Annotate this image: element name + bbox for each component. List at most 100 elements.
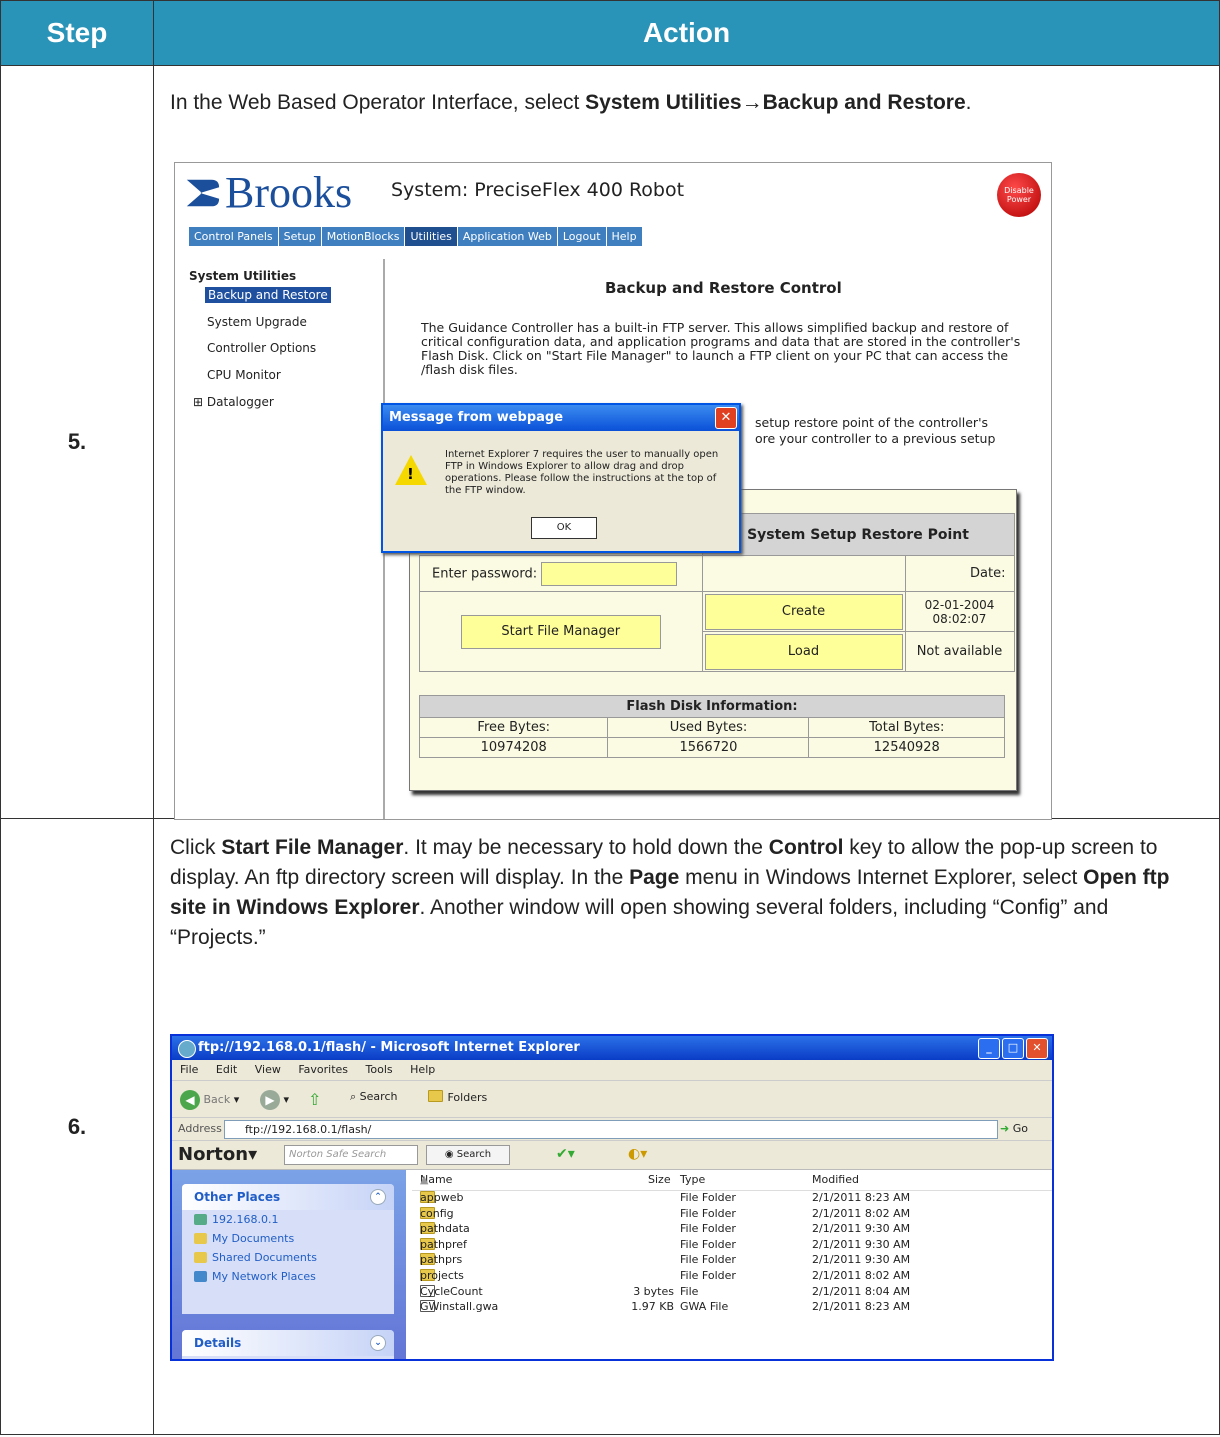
col-type[interactable]: Type — [680, 1173, 705, 1186]
sidebar-item-backup-restore[interactable]: Backup and Restore — [205, 287, 331, 303]
file-modified: 2/1/2011 9:30 AM — [812, 1237, 911, 1251]
expand-plus-icon[interactable]: ⊞ — [193, 395, 203, 409]
norton-search-icon: ◉ — [444, 1149, 454, 1160]
sidebar-item-controller-options[interactable]: Controller Options — [207, 341, 316, 355]
file-type: File Folder — [680, 1191, 736, 1204]
start-file-manager-button[interactable]: Start File Manager — [460, 614, 661, 649]
nav-logout[interactable]: Logout — [557, 227, 607, 246]
file-row[interactable]: CycleCount 3 bytes File 2/1/2011 8:04 AM — [412, 1284, 1052, 1301]
address-label: Address — [178, 1122, 222, 1135]
total-bytes-label: Total Bytes: — [808, 717, 1005, 738]
used-bytes-value: 1566720 — [607, 737, 810, 758]
search-button[interactable]: ⌕ Search — [350, 1090, 397, 1104]
close-icon[interactable]: ✕ — [1026, 1038, 1048, 1059]
file-row[interactable]: projects File Folder 2/1/2011 8:02 AM — [412, 1268, 1052, 1285]
norton-check-icon[interactable]: ✔▾ — [556, 1146, 575, 1162]
forward-arrow-icon: ▶ — [260, 1090, 280, 1110]
folder-icon — [428, 1090, 443, 1102]
free-bytes-value: 10974208 — [418, 737, 609, 758]
col-modified[interactable]: Modified — [812, 1173, 859, 1186]
norton-search-input[interactable]: Norton Safe Search — [284, 1145, 418, 1165]
forward-button[interactable]: ▶ ▾ — [260, 1090, 289, 1110]
menu-file[interactable]: File — [180, 1063, 198, 1076]
date-label: Date: — [904, 555, 1015, 592]
nav-application-web[interactable]: Application Web — [457, 227, 558, 246]
file-row[interactable]: pathdata File Folder 2/1/2011 9:30 AM — [412, 1222, 1052, 1238]
file-row[interactable]: GWinstall.gwa 1.97 KB GWA File 2/1/2011 8:2… — [412, 1300, 1052, 1316]
place-shared-documents[interactable]: Shared Documents — [182, 1248, 394, 1267]
norton-search-button[interactable]: ◉ Search — [426, 1145, 510, 1165]
nav-utilities[interactable]: Utilities — [405, 227, 458, 246]
main-description-2: setup restore point of the controller's o… — [755, 415, 996, 446]
file-modified: 2/1/2011 8:02 AM — [812, 1268, 911, 1282]
back-button[interactable]: ◀ Back ▾ — [180, 1090, 239, 1110]
file-row[interactable]: pathpref File Folder 2/1/2011 9:30 AM — [412, 1237, 1052, 1254]
ftp-host-icon — [194, 1214, 207, 1225]
go-button[interactable]: ➜ Go — [1000, 1122, 1028, 1135]
start-cell: Start File Manager — [419, 591, 703, 672]
password-input[interactable] — [541, 561, 678, 586]
file-row[interactable]: appweb File Folder 2/1/2011 8:23 AM — [412, 1191, 1052, 1207]
step-instruction: Click Start File Manager. It may be nece… — [170, 836, 1170, 949]
nav-help[interactable]: Help — [606, 227, 643, 246]
step-instruction: In the Web Based Operator Interface, sel… — [170, 91, 972, 114]
ok-button[interactable]: OK — [531, 517, 597, 539]
sidebar-title: System Utilities — [189, 269, 297, 283]
menu-view[interactable]: View — [255, 1063, 281, 1076]
file-modified: 2/1/2011 8:23 AM — [812, 1191, 911, 1204]
file-type: File — [680, 1284, 699, 1298]
collapse-chevron-icon[interactable]: ⌃ — [370, 1189, 386, 1205]
menu-tools[interactable]: Tools — [366, 1063, 393, 1076]
folders-button[interactable]: Folders — [428, 1090, 487, 1104]
warning-exclamation: ! — [407, 465, 414, 483]
file-row[interactable]: config File Folder 2/1/2011 8:02 AM — [412, 1206, 1052, 1223]
place-my-documents[interactable]: My Documents — [182, 1229, 394, 1248]
close-icon[interactable]: ✕ — [715, 407, 737, 429]
nav-motionblocks[interactable]: MotionBlocks — [321, 227, 406, 246]
menu-help[interactable]: Help — [410, 1063, 435, 1076]
sidebar-item-cpu-monitor[interactable]: CPU Monitor — [207, 368, 281, 382]
file-type: File Folder — [680, 1222, 736, 1236]
up-folder-icon[interactable]: ⇧ — [308, 1090, 321, 1109]
file-list: Name ▲ Size Type Modified appweb File Fol… — [412, 1170, 1052, 1316]
expand-chevron-icon[interactable]: ⌄ — [370, 1335, 386, 1351]
disable-power-button[interactable]: Disable Power — [997, 173, 1041, 217]
not-available: Not available — [904, 631, 1015, 672]
toolbar: ◀ Back ▾ ▶ ▾ ⇧ ⌕ Search Folders — [172, 1081, 1052, 1118]
nav-setup[interactable]: Setup — [278, 227, 322, 246]
file-type: File Folder — [680, 1237, 736, 1251]
norton-toolbar: Norton▾ Norton Safe Search ◉ Search ✔▾ ◐… — [172, 1141, 1052, 1170]
step-action: Click Start File Manager. It may be nece… — [153, 818, 1220, 1435]
procedure-table: Step Action 5. In the Web Based Operator… — [0, 0, 1220, 1435]
norton-safe-icon[interactable]: ◐▾ — [628, 1146, 647, 1162]
norton-logo[interactable]: Norton▾ — [178, 1144, 257, 1165]
menu-favorites[interactable]: Favorites — [298, 1063, 348, 1076]
free-bytes-label: Free Bytes: — [418, 717, 609, 738]
file-modified: 2/1/2011 8:02 AM — [812, 1206, 911, 1220]
main-title: Backup and Restore Control — [605, 279, 842, 297]
sidebar: System Utilities Backup and Restore Syst… — [175, 259, 385, 819]
file-row[interactable]: pathprs File Folder 2/1/2011 9:30 AM — [412, 1253, 1052, 1269]
sidebar-item-datalogger[interactable]: ⊞ Datalogger — [193, 395, 274, 409]
details-box: Details ⌄ — [182, 1330, 394, 1359]
minimize-icon[interactable]: _ — [978, 1038, 1000, 1059]
details-header[interactable]: Details ⌄ — [182, 1330, 394, 1356]
sidebar-item-system-upgrade[interactable]: System Upgrade — [207, 315, 307, 329]
brooks-logo-icon — [186, 179, 220, 206]
place-my-network[interactable]: My Network Places — [182, 1267, 394, 1286]
other-places-header[interactable]: Other Places ⌃ — [182, 1184, 394, 1210]
nav-control-panels[interactable]: Control Panels — [189, 227, 279, 246]
maximize-icon[interactable]: □ — [1002, 1038, 1024, 1059]
shared-documents-icon — [194, 1252, 207, 1263]
place-ftp-host[interactable]: 192.168.0.1 — [182, 1210, 394, 1229]
col-size[interactable]: Size — [648, 1173, 671, 1186]
file-size: 1.97 KB — [631, 1300, 674, 1314]
create-button[interactable]: Create — [704, 593, 903, 630]
address-input[interactable]: ftp://192.168.0.1/flash/ — [224, 1120, 998, 1139]
menu-edit[interactable]: Edit — [216, 1063, 237, 1076]
task-pane: Other Places ⌃ 192.168.0.1 My Documents S… — [172, 1170, 406, 1359]
file-rows: appweb File Folder 2/1/2011 8:23 AM config F… — [412, 1191, 1052, 1316]
screenshot-backup-restore: Brooks System: PreciseFlex 400 Robot Dis… — [174, 162, 1052, 820]
file-type: File Folder — [680, 1253, 736, 1267]
load-button[interactable]: Load — [704, 633, 903, 670]
